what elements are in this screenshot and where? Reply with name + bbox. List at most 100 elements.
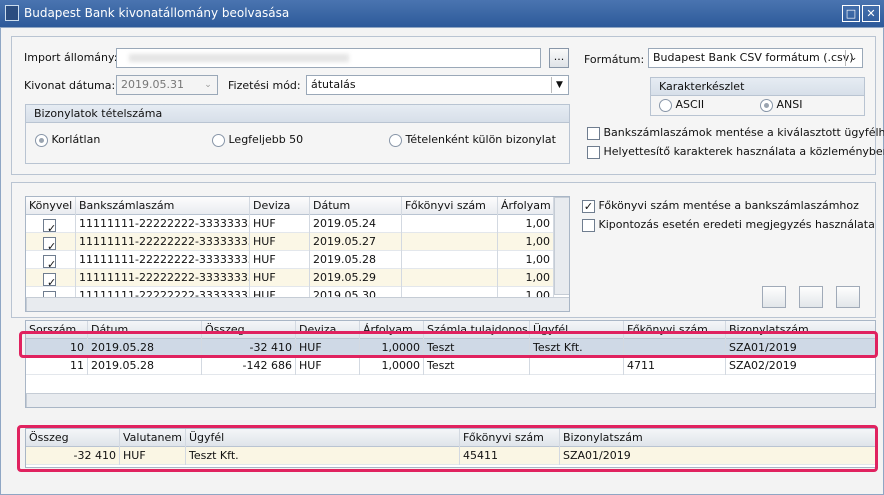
- table-cell: -142 686: [202, 357, 296, 375]
- table-cell: HUF: [250, 269, 310, 287]
- radio-separate-indicator[interactable]: [389, 133, 402, 147]
- col-fokonyvi[interactable]: Főkönyvi szám: [402, 197, 498, 215]
- table-cell: 11111111-22222222-33333333: [76, 215, 250, 233]
- radio-max50-label: Legfeljebb 50: [228, 133, 304, 146]
- app-icon: [5, 5, 19, 21]
- radio-max50[interactable]: Legfeljebb 50: [212, 133, 303, 147]
- save-accounts-checkbox[interactable]: [587, 126, 600, 140]
- col-arfolyam[interactable]: Árfolyam: [498, 197, 554, 215]
- date-label: Kivonat dátuma:: [24, 79, 116, 92]
- table-cell: 1,00: [498, 215, 554, 233]
- table-cell: 1,00: [498, 233, 554, 251]
- table-cell: [402, 215, 498, 233]
- format-label: Formátum:: [584, 53, 645, 66]
- table-cell: SZA02/2019: [726, 357, 875, 375]
- table-cell: 11: [26, 357, 88, 375]
- table-row[interactable]: 11 2019.05.28 -142 686 HUF 1,0000 Teszt 4711 SZ…: [26, 357, 875, 375]
- table-cell: 2019.05.24: [310, 215, 402, 233]
- col-deviza[interactable]: Deviza: [250, 197, 310, 215]
- konyvel-checkbox[interactable]: ✓: [43, 254, 56, 268]
- accounts-grid-header: Könyvel Bankszámlaszám Deviza Dátum Főkö…: [26, 197, 569, 215]
- radio-unlimited-indicator[interactable]: [35, 133, 48, 147]
- substitute-label: Helyettesítő karakterek használata a köz…: [603, 145, 884, 158]
- col-bankszamla[interactable]: Bankszámlaszám: [76, 197, 250, 215]
- browse-button[interactable]: ...: [549, 48, 569, 68]
- option-save-ledger[interactable]: ✓ Főkönyvi szám mentése a bankszámlaszám…: [582, 199, 859, 213]
- table-row[interactable]: ✓ 11111111-22222222-33333333 HUF 2019.05.29…: [26, 269, 554, 287]
- table-cell: 2019.05.28: [310, 251, 402, 269]
- table-cell: 11111111-22222222-33333333: [76, 251, 250, 269]
- dot-note-checkbox[interactable]: [582, 218, 595, 232]
- table-cell: HUF: [296, 357, 360, 375]
- table-cell: ✓: [26, 269, 76, 287]
- radio-separate[interactable]: Tételenként külön bizonylat: [389, 133, 556, 147]
- substitute-checkbox[interactable]: [587, 145, 600, 159]
- option-substitute[interactable]: Helyettesítő karakterek használata a köz…: [587, 145, 884, 159]
- payment-label: Fizetési mód:: [228, 79, 301, 92]
- table-cell: 11111111-22222222-33333333: [76, 233, 250, 251]
- import-label: Import állomány:: [24, 51, 118, 64]
- table-cell: 1,00: [498, 269, 554, 287]
- highlight-details: [17, 425, 878, 472]
- table-row[interactable]: ✓ 11111111-22222222-33333333 HUF 2019.05.27…: [26, 233, 554, 251]
- save-ledger-checkbox[interactable]: ✓: [582, 199, 595, 213]
- table-cell: ✓: [26, 251, 76, 269]
- save-ledger-label: Főkönyvi szám mentése a bankszámlaszámho…: [598, 199, 859, 212]
- payment-select[interactable]: átutalás ▼: [306, 75, 569, 95]
- edit-icon[interactable]: [836, 286, 860, 308]
- konyvel-checkbox[interactable]: ✓: [43, 236, 56, 250]
- import-file-field[interactable]: [116, 48, 541, 68]
- grid-settings-icon[interactable]: [799, 286, 823, 308]
- radio-separate-label: Tételenként külön bizonylat: [405, 133, 556, 146]
- radio-ansi[interactable]: ANSI: [760, 98, 802, 112]
- accounts-hscroll[interactable]: [26, 297, 569, 311]
- title-bar: Budapest Bank kivonatállomány beolvasása…: [0, 0, 884, 27]
- radio-max50-indicator[interactable]: [212, 133, 225, 147]
- table-row[interactable]: ✓ 11111111-22222222-33333333 HUF 2019.05.24…: [26, 215, 554, 233]
- table-cell: [530, 357, 624, 375]
- close-icon[interactable]: ✕: [862, 5, 880, 22]
- transactions-hscroll[interactable]: [26, 393, 875, 407]
- radio-ascii[interactable]: ASCII: [659, 98, 704, 112]
- radio-unlimited[interactable]: Korlátlan: [35, 133, 100, 147]
- items-title: Bizonylatok tételszáma: [26, 105, 569, 123]
- table-cell: 2019.05.29: [310, 269, 402, 287]
- option-save-accounts[interactable]: Bankszámlaszámok mentése a kiválasztott …: [587, 126, 884, 140]
- maximize-icon[interactable]: □: [842, 5, 860, 22]
- highlight-transaction-row: [19, 331, 878, 358]
- table-cell: [402, 269, 498, 287]
- table-cell: Teszt: [424, 357, 530, 375]
- dot-note-label: Kipontozás esetén eredeti megjegyzés has…: [598, 218, 875, 231]
- table-row[interactable]: ✓ 11111111-22222222-33333333 HUF 2019.05.28…: [26, 251, 554, 269]
- table-cell: 2019.05.27: [310, 233, 402, 251]
- format-select[interactable]: Budapest Bank CSV formátum (.csv) ⌄: [648, 48, 863, 68]
- accounts-vscroll[interactable]: [554, 197, 569, 295]
- table-cell: HUF: [250, 251, 310, 269]
- table-cell: ✓: [26, 233, 76, 251]
- date-field[interactable]: 2019.05.31 ⌄: [116, 75, 218, 95]
- accounts-grid-rows: ✓ 11111111-22222222-33333333 HUF 2019.05.24…: [26, 215, 554, 305]
- radio-ansi-indicator[interactable]: [760, 98, 773, 112]
- radio-ascii-indicator[interactable]: [659, 98, 672, 112]
- table-cell: 1,00: [498, 251, 554, 269]
- col-konyvel[interactable]: Könyvel: [26, 197, 76, 215]
- table-cell: [402, 233, 498, 251]
- konyvel-checkbox[interactable]: ✓: [43, 272, 56, 286]
- charset-title: Karakterkészlet: [651, 78, 864, 96]
- konyvel-checkbox[interactable]: ✓: [43, 218, 56, 232]
- radio-ansi-label: ANSI: [776, 98, 803, 111]
- option-dot-note[interactable]: Kipontozás esetén eredeti megjegyzés has…: [582, 218, 875, 232]
- window-title: Budapest Bank kivonatállomány beolvasása: [24, 6, 290, 20]
- table-cell: [402, 251, 498, 269]
- save-accounts-label: Bankszámlaszámok mentése a kiválasztott …: [603, 126, 884, 139]
- table-cell: HUF: [250, 233, 310, 251]
- contact-icon[interactable]: [762, 286, 786, 308]
- table-cell: 4711: [624, 357, 726, 375]
- col-datum[interactable]: Dátum: [310, 197, 402, 215]
- table-cell: ✓: [26, 215, 76, 233]
- table-cell: 11111111-22222222-33333333: [76, 269, 250, 287]
- accounts-grid: Könyvel Bankszámlaszám Deviza Dátum Főkö…: [25, 196, 570, 312]
- radio-ascii-label: ASCII: [675, 98, 705, 111]
- table-cell: 1,0000: [360, 357, 424, 375]
- table-cell: HUF: [250, 215, 310, 233]
